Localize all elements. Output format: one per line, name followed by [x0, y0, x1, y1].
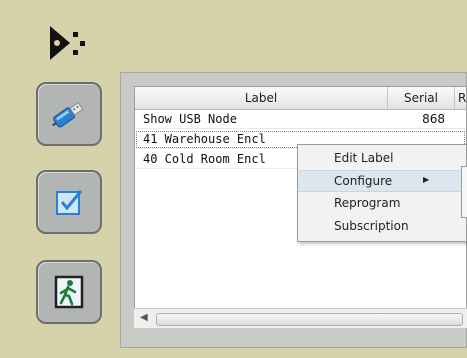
menu-item-label: Subscription: [334, 219, 409, 233]
checkbox-icon: [56, 190, 83, 215]
row-serial: 868: [422, 112, 445, 126]
context-menu: Edit Label Configure ▶ Reprogram Subscri…: [297, 144, 467, 242]
row-label: 40 Cold Room Encl: [143, 152, 266, 166]
menu-item-subscription[interactable]: Subscription: [298, 216, 466, 238]
menu-item-label: Configure: [334, 174, 393, 188]
table-header: Label Serial R: [135, 87, 466, 110]
column-header-r[interactable]: R: [458, 91, 466, 105]
scroll-left-icon[interactable]: ◀: [140, 312, 148, 323]
column-divider: [454, 87, 455, 109]
menu-item-configure[interactable]: Configure ▶: [298, 170, 466, 192]
checklist-button[interactable]: [36, 170, 102, 234]
exit-button[interactable]: [36, 260, 102, 324]
menu-item-label: Reprogram: [334, 196, 401, 210]
menu-item-reprogram[interactable]: Reprogram: [298, 193, 466, 215]
submenu-arrow-icon: ▶: [423, 175, 430, 184]
submenu-edge: [461, 166, 467, 218]
usb-button[interactable]: [36, 82, 102, 146]
row-label: 41 Warehouse Encl: [143, 132, 266, 146]
menu-item-label: Edit Label: [334, 151, 394, 165]
column-header-serial[interactable]: Serial: [388, 91, 454, 105]
column-header-label[interactable]: Label: [135, 91, 387, 105]
app-logo-icon: [50, 26, 85, 60]
exit-door-icon: [54, 275, 84, 309]
table-row[interactable]: Show USB Node 868: [135, 110, 466, 129]
scrollbar-thumb[interactable]: [156, 313, 463, 326]
menu-item-edit-label[interactable]: Edit Label: [298, 148, 466, 170]
horizontal-scrollbar[interactable]: ◀: [134, 308, 467, 328]
row-label: Show USB Node: [143, 112, 237, 126]
usb-plug-icon: [52, 101, 84, 128]
